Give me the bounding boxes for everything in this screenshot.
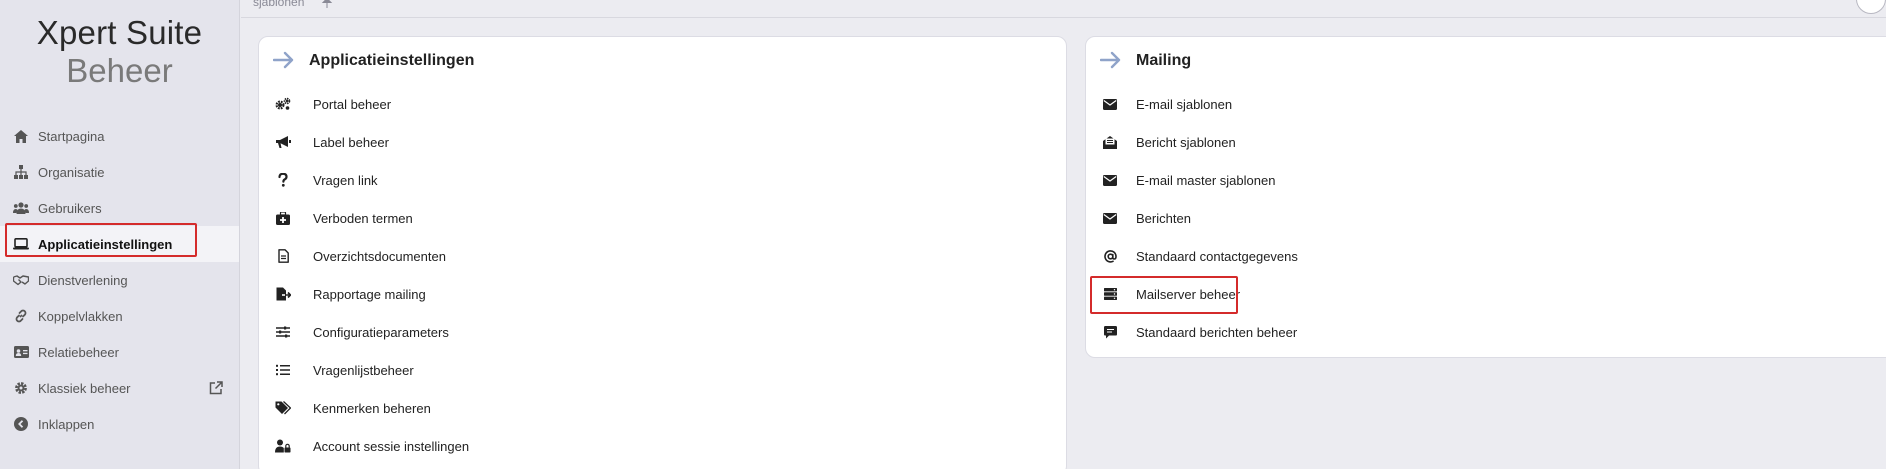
sidebar: Xpert Suite Beheer Startpagina Organisat… <box>0 0 240 469</box>
item-rapportage-mailing[interactable]: Rapportage mailing <box>259 275 1066 313</box>
sidebar-item-label: Relatiebeheer <box>38 344 119 360</box>
sidebar-item-label: Applicatieinstellingen <box>38 236 173 252</box>
item-bericht-sjablonen[interactable]: Bericht sjablonen <box>1086 123 1886 161</box>
sidebar-nav: Startpagina Organisatie Gebruikers Appli… <box>0 118 239 442</box>
top-bar: sjablonen <box>241 0 1886 18</box>
item-label: Verboden termen <box>313 210 413 226</box>
envelope-icon <box>1102 96 1118 112</box>
item-label: Portal beheer <box>313 96 392 112</box>
item-label: Configuratieparameters <box>313 324 449 340</box>
sitemap-icon <box>12 163 30 181</box>
file-export-icon <box>275 286 291 302</box>
item-label: Berichten <box>1136 210 1191 226</box>
sidebar-item-inklappen[interactable]: Inklappen <box>0 406 239 442</box>
card-item-list: E-mail sjablonen Bericht sjablonen E-mai… <box>1086 85 1886 351</box>
sidebar-item-gebruikers[interactable]: Gebruikers <box>0 190 239 226</box>
sidebar-item-dienstverlening[interactable]: Dienstverlening <box>0 262 239 298</box>
laptop-icon <box>12 235 30 253</box>
user-lock-icon <box>275 438 291 454</box>
at-icon <box>1102 248 1118 264</box>
item-account-sessie-instellingen[interactable]: Account sessie instellingen <box>259 427 1066 465</box>
item-kenmerken-beheren[interactable]: Kenmerken beheren <box>259 389 1066 427</box>
chevron-left-circle-icon <box>12 415 30 433</box>
arrow-right-icon <box>273 51 297 71</box>
pin-icon[interactable] <box>321 0 333 8</box>
megaphone-icon <box>275 134 291 150</box>
item-standaard-contactgegevens[interactable]: Standaard contactgegevens <box>1086 237 1886 275</box>
item-label: Rapportage mailing <box>313 286 426 302</box>
item-label: Label beheer <box>313 134 389 150</box>
item-vragenlijstbeheer[interactable]: Vragenlijstbeheer <box>259 351 1066 389</box>
gears-icon <box>275 96 291 112</box>
item-label: Account sessie instellingen <box>313 438 470 454</box>
list-icon <box>275 362 291 378</box>
handshake-icon <box>12 271 30 289</box>
card-mailing: Mailing E-mail sjablonen Bericht sjablon… <box>1085 36 1886 358</box>
item-email-master-sjablonen[interactable]: E-mail master sjablonen <box>1086 161 1886 199</box>
id-card-icon <box>12 343 30 361</box>
item-standaard-berichten-beheer[interactable]: Standaard berichten beheer <box>1086 313 1886 351</box>
item-overzichtsdocumenten[interactable]: Overzichtsdocumenten <box>259 237 1066 275</box>
sidebar-item-relatiebeheer[interactable]: Relatiebeheer <box>0 334 239 370</box>
item-verboden-termen[interactable]: Verboden termen <box>259 199 1066 237</box>
item-label: Mailserver beheer <box>1136 286 1241 302</box>
item-berichten[interactable]: Berichten <box>1086 199 1886 237</box>
item-mailserver-beheer[interactable]: Mailserver beheer <box>1086 275 1886 313</box>
item-label: Bericht sjablonen <box>1136 134 1236 150</box>
sidebar-item-label: Klassiek beheer <box>38 380 131 396</box>
link-icon <box>12 307 30 325</box>
sliders-icon <box>275 324 291 340</box>
external-link-icon[interactable] <box>207 379 225 397</box>
item-label: E-mail master sjablonen <box>1136 172 1276 188</box>
sidebar-item-applicatieinstellingen[interactable]: Applicatieinstellingen <box>0 226 239 262</box>
item-label: Vragen link <box>313 172 378 188</box>
sidebar-item-label: Gebruikers <box>38 200 102 216</box>
comment-alt-icon <box>1102 324 1118 340</box>
item-label: Vragenlijstbeheer <box>313 362 414 378</box>
item-label: Overzichtsdocumenten <box>313 248 446 264</box>
brand: Xpert Suite Beheer <box>0 0 239 118</box>
card-header: Applicatieinstellingen <box>259 37 1066 85</box>
home-icon <box>12 127 30 145</box>
top-right-button[interactable] <box>1856 0 1886 14</box>
sidebar-item-organisatie[interactable]: Organisatie <box>0 154 239 190</box>
card-item-list: Portal beheer Label beheer Vragen link V… <box>259 85 1066 465</box>
card-title: Mailing <box>1136 52 1192 69</box>
sidebar-item-label: Koppelvlakken <box>38 308 123 324</box>
sidebar-item-label: Inklappen <box>38 416 95 432</box>
item-label: Kenmerken beheren <box>313 400 431 416</box>
sidebar-item-label: Startpagina <box>38 128 105 144</box>
server-icon <box>1102 286 1118 302</box>
envelope-icon <box>1102 210 1118 226</box>
question-icon <box>275 172 291 188</box>
breadcrumb-current[interactable]: sjablonen <box>253 0 304 9</box>
users-icon <box>12 199 30 217</box>
card-applicatieinstellingen: Applicatieinstellingen Portal beheer Lab… <box>258 36 1067 469</box>
card-title: Applicatieinstellingen <box>309 52 475 69</box>
first-aid-icon <box>275 210 291 226</box>
item-label-beheer[interactable]: Label beheer <box>259 123 1066 161</box>
sidebar-item-klassiek-beheer[interactable]: Klassiek beheer <box>0 370 239 406</box>
sidebar-item-label: Organisatie <box>38 164 105 180</box>
item-label: E-mail sjablonen <box>1136 96 1233 112</box>
envelope-icon <box>1102 172 1118 188</box>
item-portal-beheer[interactable]: Portal beheer <box>259 85 1066 123</box>
card-header: Mailing <box>1086 37 1886 85</box>
envelope-open-text-icon <box>1102 134 1118 150</box>
item-email-sjablonen[interactable]: E-mail sjablonen <box>1086 85 1886 123</box>
sidebar-item-label: Dienstverlening <box>38 272 128 288</box>
gear-icon <box>12 379 30 397</box>
sidebar-item-startpagina[interactable]: Startpagina <box>0 118 239 154</box>
brand-title: Xpert Suite <box>36 14 203 51</box>
arrow-right-icon <box>1100 51 1124 71</box>
sidebar-item-koppelvlakken[interactable]: Koppelvlakken <box>0 298 239 334</box>
tags-icon <box>275 400 291 416</box>
file-icon <box>275 248 291 264</box>
item-vragen-link[interactable]: Vragen link <box>259 161 1066 199</box>
item-configuratieparameters[interactable]: Configuratieparameters <box>259 313 1066 351</box>
item-label: Standaard berichten beheer <box>1136 324 1298 340</box>
brand-subtitle: Beheer <box>66 52 173 89</box>
item-label: Standaard contactgegevens <box>1136 248 1298 264</box>
